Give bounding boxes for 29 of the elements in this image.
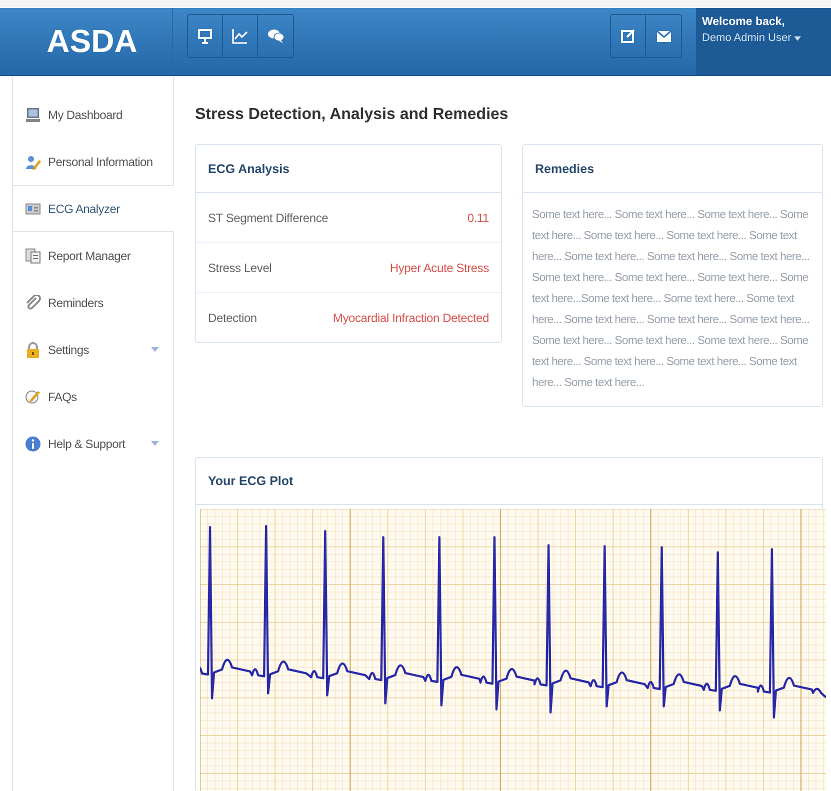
note-pencil-icon	[25, 388, 41, 404]
field-value: Myocardial Infraction Detected	[332, 310, 489, 324]
id-card-icon	[25, 200, 41, 216]
user-menu[interactable]: Demo Admin User	[702, 32, 825, 44]
person-pencil-icon	[25, 154, 41, 170]
field-label: Detection	[208, 310, 257, 324]
card-title: Remedies	[535, 162, 594, 176]
card-title: Your ECG Plot	[208, 474, 294, 488]
documents-icon	[25, 248, 41, 264]
page-title: Stress Detection, Analysis and Remedies	[195, 106, 510, 124]
card-title: ECG Analysis	[208, 162, 290, 176]
caret-icon	[794, 36, 802, 40]
welcome-text: Welcome back,	[702, 16, 786, 28]
padlock-icon	[25, 342, 41, 358]
field-label: Stress Level	[208, 260, 272, 274]
envelope-icon	[656, 28, 672, 44]
sidebar-item[interactable]: ECG Analyzer	[13, 185, 174, 232]
chat-icon	[268, 28, 284, 44]
field-label: ST Segment Difference	[208, 210, 328, 224]
paperclip-icon	[25, 294, 41, 310]
logo: ASDA	[46, 23, 138, 60]
monitor-icon	[197, 28, 213, 44]
info-icon	[25, 436, 41, 452]
remedies-text: Some text here... Some text here... Some text here... Some text here... Some text here... Some text here... Some text here... Some text here... Some text here... Some text here... Some text here... Some text here... Some text here... Some text here...Some text here... Some text here... Some text here... Some text here... Some text here... Some text here... Some text here... Some text here... Some text here... Some text here... Some text here... Some text here... Some text here... Some text here...	[531, 208, 810, 391]
line-chart-icon	[232, 28, 248, 44]
field-value: Hyper Acute Stress	[390, 260, 489, 274]
computer-icon	[25, 106, 41, 122]
field-value: 0.11	[467, 210, 489, 224]
edit-icon	[620, 28, 636, 44]
